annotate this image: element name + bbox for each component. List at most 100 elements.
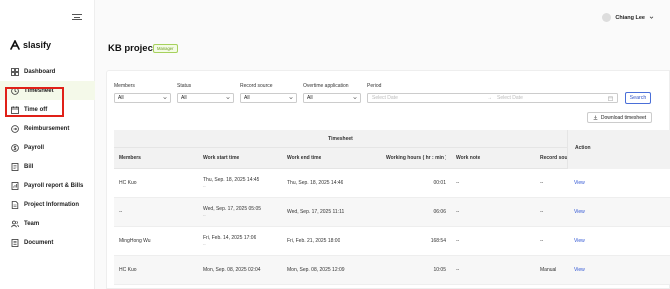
sidebar-item-reimbursement[interactable]: Reimbursement: [0, 119, 95, 138]
table-row: HC Kuo Thu, Sep. 18, 2025 14:45 -- Thu, S…: [114, 169, 670, 198]
sidebar-item-document[interactable]: Document: [0, 233, 95, 252]
table-row: MingHong Wu Fri, Feb. 14, 2025 17:06 -- F…: [114, 227, 670, 256]
calendar-icon: [608, 96, 613, 101]
overtime-select[interactable]: All: [303, 93, 361, 103]
table-row: -- Wed, Sep. 17, 2025 05:05 -- Wed, Sep. …: [114, 198, 670, 227]
cell-end: Wed, Sep. 17, 2025 11:11: [287, 209, 345, 215]
timesheet-table: Timesheet Members Work start time Work e…: [114, 130, 670, 285]
sidebar-item-project-information[interactable]: Project Information: [0, 195, 95, 214]
team-icon: [11, 220, 19, 227]
cell-start-sub: --: [203, 183, 206, 188]
sidebar-item-label: Dashboard: [24, 68, 56, 75]
role-badge: Manager: [153, 44, 178, 53]
period-date-range[interactable]: Select Date → Select Date: [367, 93, 618, 103]
cell-start-sub: --: [203, 241, 206, 246]
sidebar-item-label: Payroll report & Bills: [24, 182, 84, 189]
sidebar-item-timesheet[interactable]: Timesheet: [0, 81, 95, 100]
column-header-action: Action: [567, 130, 670, 169]
cell-start: Fri, Feb. 14, 2025 17:06 --: [203, 235, 256, 246]
dashboard-icon: [11, 67, 19, 76]
cell-start-sub: --: [203, 212, 206, 217]
column-header-hours: Working hours ( hr : min ): [386, 155, 446, 161]
members-select-value: All: [118, 95, 124, 101]
sidebar-item-bill[interactable]: Bill: [0, 157, 95, 176]
cell-source: Manual: [540, 267, 557, 273]
calendar-icon: [11, 105, 19, 114]
cell-start-time: Wed, Sep. 17, 2025 05:05: [203, 206, 262, 212]
avatar: [602, 13, 612, 22]
download-timesheet-button[interactable]: Download timesheet: [587, 112, 652, 123]
cell-note: --: [456, 267, 460, 273]
cell-member: MingHong Wu: [119, 238, 151, 244]
sidebar-item-team[interactable]: Team: [0, 214, 95, 233]
end-date-input[interactable]: Select Date: [497, 95, 608, 101]
sidebar-item-label: Timesheet: [24, 87, 54, 94]
chevron-down-icon: [226, 97, 230, 100]
record-source-filter-label: Record source: [240, 83, 273, 89]
cell-source: --: [540, 209, 544, 215]
cell-source: --: [540, 238, 544, 244]
cell-end: Mon, Sep. 08, 2025 12:09: [287, 267, 345, 273]
sidebar-item-label: Team: [24, 220, 40, 227]
date-range-arrow: →: [487, 95, 492, 101]
column-header-end: Work end time: [287, 155, 322, 161]
overtime-select-value: All: [307, 95, 313, 101]
sidebar-item-label: Time off: [24, 106, 48, 113]
sidebar-item-payroll[interactable]: Payroll: [0, 138, 95, 157]
search-button[interactable]: Search: [625, 92, 651, 104]
start-date-input[interactable]: Select Date: [372, 95, 487, 101]
document-icon: [11, 200, 19, 209]
sidebar-nav: Dashboard Timesheet Time off Reimburseme…: [0, 62, 95, 252]
collapse-sidebar-icon[interactable]: [72, 12, 82, 22]
sidebar-item-payroll-report[interactable]: Payroll report & Bills: [0, 176, 95, 195]
payroll-icon: [11, 143, 19, 152]
chevron-down-icon: [163, 97, 167, 100]
members-select[interactable]: All: [114, 93, 171, 103]
cell-hours: 06:06: [433, 209, 446, 215]
view-link[interactable]: View: [574, 227, 585, 256]
record-source-select[interactable]: All: [240, 93, 297, 103]
sidebar-item-dashboard[interactable]: Dashboard: [0, 62, 95, 81]
page-title: KB project: [108, 43, 157, 54]
user-menu[interactable]: Chiang Lee: [602, 13, 654, 22]
table-group-title: Timesheet: [328, 136, 353, 142]
column-header-members: Members: [119, 155, 141, 161]
sidebar-item-label: Payroll: [24, 144, 45, 151]
user-name: Chiang Lee: [615, 14, 645, 21]
cell-note: --: [456, 238, 460, 244]
sidebar: slasify Dashboard Timesheet Time off Rei…: [0, 0, 95, 289]
status-select-value: All: [181, 95, 187, 101]
logo[interactable]: slasify: [10, 40, 51, 50]
status-filter-label: Status: [177, 83, 192, 89]
chevron-down-icon: [649, 16, 654, 19]
slasify-logo-icon: [10, 40, 20, 50]
status-select[interactable]: All: [177, 93, 234, 103]
chevron-down-icon: [289, 97, 293, 100]
reimbursement-icon: [11, 124, 19, 133]
view-link[interactable]: View: [574, 198, 585, 227]
download-button-label: Download timesheet: [600, 114, 647, 121]
sidebar-item-time-off[interactable]: Time off: [0, 100, 95, 119]
column-header-note: Work note: [456, 155, 481, 161]
cell-hours: 168:54: [430, 238, 446, 244]
view-link[interactable]: View: [574, 256, 585, 285]
download-icon: [593, 115, 598, 120]
clock-icon: [11, 86, 19, 95]
folder-icon: [11, 238, 19, 247]
period-filter-label: Period: [367, 83, 382, 89]
column-header-source: Record source: [540, 155, 567, 161]
report-icon: [11, 181, 19, 190]
cell-note: --: [456, 209, 460, 215]
cell-end: Fri, Feb. 21, 2025 18:00: [287, 238, 341, 244]
cell-start: Mon, Sep. 08, 2025 02:04: [203, 267, 261, 273]
sidebar-item-label: Bill: [24, 163, 34, 170]
cell-end: Thu, Sep. 18, 2025 14:46: [287, 180, 344, 186]
members-filter-label: Members: [114, 83, 135, 89]
table-row: HC Kuo Mon, Sep. 08, 2025 02:04 Mon, Sep…: [114, 256, 670, 285]
view-link[interactable]: View: [574, 169, 585, 198]
cell-start: Thu, Sep. 18, 2025 14:45 --: [203, 177, 259, 188]
brand-name: slasify: [23, 40, 52, 50]
cell-hours: 00:01: [433, 180, 446, 186]
cell-hours: 10:05: [433, 267, 446, 273]
overtime-filter-label: Overtime application: [303, 83, 349, 89]
